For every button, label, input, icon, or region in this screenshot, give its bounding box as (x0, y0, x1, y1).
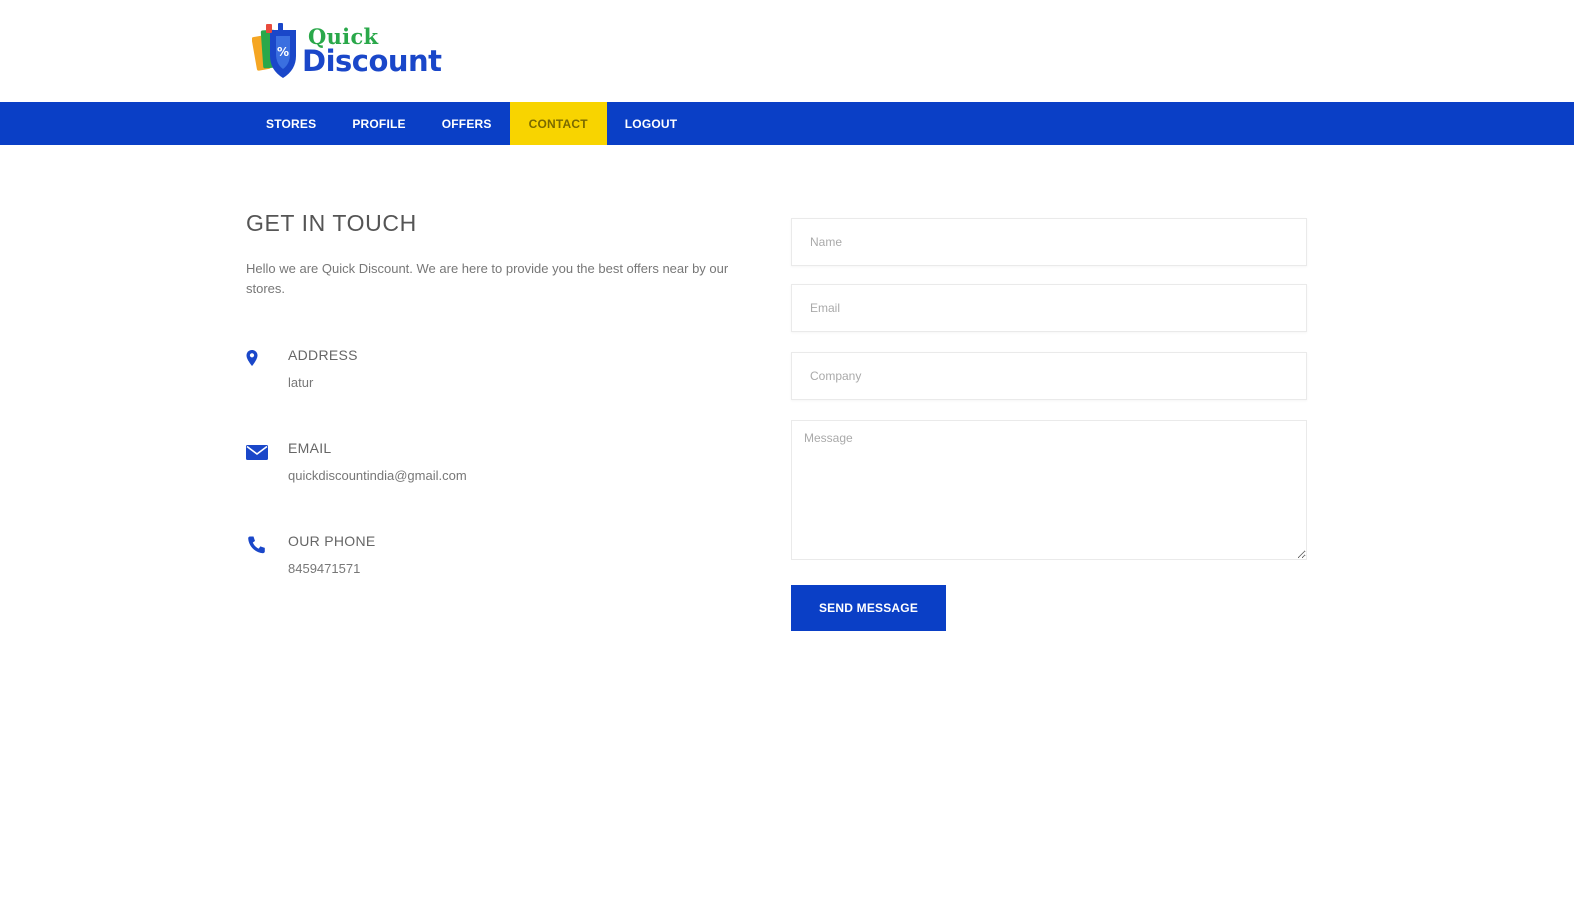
send-message-button[interactable]: SEND MESSAGE (791, 585, 946, 631)
logo-text-discount: Discount (302, 44, 442, 78)
phone-label: OUR PHONE (288, 533, 376, 549)
address-block: ADDRESS latur (246, 347, 746, 397)
email-input[interactable] (791, 284, 1307, 332)
name-input[interactable] (791, 218, 1307, 266)
svg-text:%: % (277, 45, 289, 59)
envelope-icon (246, 445, 268, 460)
map-pin-icon (246, 350, 258, 366)
email-label: EMAIL (288, 440, 332, 456)
nav-item-profile[interactable]: PROFILE (334, 102, 423, 145)
message-textarea[interactable] (791, 420, 1307, 560)
address-label: ADDRESS (288, 347, 358, 363)
page-title: GET IN TOUCH (246, 210, 417, 236)
phone-icon (248, 536, 265, 554)
main-navbar: STORES PROFILE OFFERS CONTACT LOGOUT (0, 102, 1574, 145)
shopping-bags-logo-icon: % (252, 23, 296, 78)
intro-text: Hello we are Quick Discount. We are here… (246, 261, 729, 296)
phone-value[interactable]: 8459471571 (288, 561, 360, 576)
site-logo[interactable]: % Quick Discount (252, 20, 442, 84)
nav-item-stores[interactable]: STORES (248, 102, 334, 145)
nav-list: STORES PROFILE OFFERS CONTACT LOGOUT (248, 102, 695, 145)
email-block: EMAIL quickdiscountindia@gmail.com (246, 440, 746, 490)
company-input[interactable] (791, 352, 1307, 400)
phone-block: OUR PHONE 8459471571 (246, 533, 746, 583)
nav-item-contact[interactable]: CONTACT (509, 102, 607, 145)
contact-info-section: GET IN TOUCH Hello we are Quick Discount… (246, 210, 776, 576)
nav-item-logout[interactable]: LOGOUT (607, 102, 696, 145)
site-header: % Quick Discount (0, 0, 1584, 102)
nav-item-offers[interactable]: OFFERS (424, 102, 510, 145)
email-value[interactable]: quickdiscountindia@gmail.com (288, 468, 467, 483)
address-value: latur (288, 375, 314, 390)
